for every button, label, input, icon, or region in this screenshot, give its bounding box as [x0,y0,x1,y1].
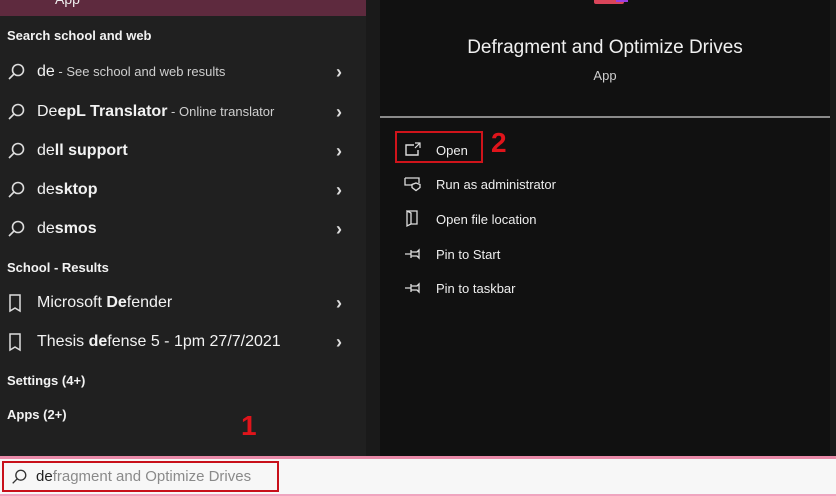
result-match: sktop [54,181,98,198]
settings-category[interactable]: Settings (4+) [7,373,85,388]
result-match: ll support [54,142,128,159]
chevron-right-icon[interactable]: › [336,219,366,240]
best-match-item[interactable]: App [0,0,366,16]
document-icon [0,293,37,313]
web-result-deepl[interactable]: DeepL Translator - Online translator › [0,93,366,131]
result-text: de [37,181,55,198]
result-text: de [37,63,55,80]
action-label: Pin to taskbar [436,280,516,296]
web-result-desktop[interactable]: desktop › [0,171,366,209]
open-file-location-action[interactable]: Open file location [404,205,536,233]
step-1-annotation: 1 [241,410,257,441]
result-subtext: - See school and web results [54,64,226,79]
shield-icon [404,176,436,192]
preview-panel: Defragment and Optimize Drives App Open … [366,0,836,456]
web-result-dell-support[interactable]: dell support › [0,132,366,170]
run-as-admin-action[interactable]: Run as administrator [404,170,556,198]
app-type: App [593,68,617,83]
search-query: de [36,468,53,485]
search-icon [0,141,37,161]
action-label: Open file location [436,211,537,227]
open-highlight [395,131,483,163]
search-icon [10,468,36,486]
web-result-de[interactable]: de - See school and web results › [0,53,366,91]
result-text-rest: fense 5 - 1pm 27/7/2021 [107,333,281,350]
pin-icon [404,247,436,261]
result-text: Microsoft [37,294,107,311]
pin-to-taskbar-action[interactable]: Pin to taskbar [404,274,516,302]
action-label: Pin to Start [436,246,501,262]
search-input[interactable]: de fragment and Optimize Drives [2,461,279,492]
result-text: Thesis [37,333,89,350]
chevron-right-icon[interactable]: › [336,62,366,83]
chevron-right-icon[interactable]: › [336,293,366,314]
result-match: de [88,333,108,350]
pin-to-start-action[interactable]: Pin to Start [404,240,500,268]
result-text: de [37,220,55,237]
action-label: Run as administrator [436,176,556,192]
search-icon [0,102,37,122]
best-match-type: App [55,0,80,7]
result-match: De [106,294,127,311]
section-header-web: Search school and web [7,28,152,43]
step-2-annotation: 2 [491,127,507,158]
section-header-school: School - Results [7,260,109,275]
search-icon [0,219,37,239]
chevron-right-icon[interactable]: › [336,332,366,353]
pin-icon [404,281,436,295]
school-result-thesis[interactable]: Thesis defense 5 - 1pm 27/7/2021 › [0,323,366,361]
result-text: de [37,142,55,159]
folder-icon [404,210,436,228]
defrag-app-icon [590,0,632,12]
search-bar[interactable]: de fragment and Optimize Drives [0,456,836,496]
result-text-rest: fender [126,294,173,311]
search-autocomplete: fragment and Optimize Drives [52,468,252,485]
search-icon [0,62,37,82]
result-text: De [37,103,58,120]
chevron-right-icon[interactable]: › [336,102,366,123]
app-title: Defragment and Optimize Drives [467,37,743,58]
chevron-right-icon[interactable]: › [336,141,366,162]
result-match: epL Translator [57,103,168,120]
results-panel: App Search school and web de - See schoo… [0,0,366,456]
chevron-right-icon[interactable]: › [336,180,366,201]
divider [380,116,830,118]
document-icon [0,332,37,352]
result-subtext: - Online translator [167,104,275,119]
apps-category[interactable]: Apps (2+) [7,407,67,422]
result-match: smos [54,220,97,237]
school-result-defender[interactable]: Microsoft Defender › [0,284,366,322]
web-result-desmos[interactable]: desmos › [0,210,366,248]
search-icon [0,180,37,200]
